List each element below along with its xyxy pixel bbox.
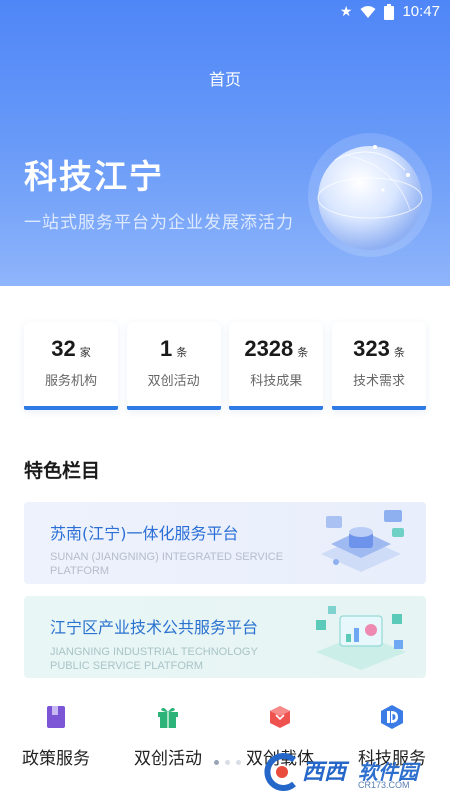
page-indicator xyxy=(214,760,241,765)
stat-card-achievements[interactable]: 2328 条 科技成果 xyxy=(229,322,324,410)
stat-unit: 家 xyxy=(79,346,91,359)
stat-unit: 条 xyxy=(393,346,405,359)
nav-item-policy[interactable]: 政策服务 xyxy=(0,704,112,769)
stat-card-institutions[interactable]: 32 家 服务机构 xyxy=(24,322,118,410)
watermark-c-icon xyxy=(264,753,296,791)
stat-card-demands[interactable]: 323 条 技术需求 xyxy=(331,322,426,410)
wifi-icon xyxy=(360,6,376,18)
stat-value: 2328 xyxy=(244,336,294,361)
gift-icon xyxy=(158,707,178,728)
policy-book-icon xyxy=(47,706,65,728)
stat-value: 1 xyxy=(160,336,173,361)
nav-item-activities[interactable]: 双创活动 xyxy=(112,704,224,769)
banner-title: 江宁区产业技术公共服务平台 xyxy=(50,618,259,637)
status-bar: ★ 10:47 xyxy=(0,0,450,26)
cube-icon xyxy=(270,706,290,728)
nav-label: 政策服务 xyxy=(22,749,90,769)
banner-jiangning-platform[interactable]: 江宁区产业技术公共服务平台 JIANGNING INDUSTRIAL TECHN… xyxy=(24,596,426,678)
banner-subtitle: JIANGNING INDUSTRIAL TECHNOLOGY PUBLIC S… xyxy=(50,646,258,672)
banner-sunan-platform[interactable]: 苏南(江宁)一体化服务平台 SUNAN (JIANGNING) INTEGRAT… xyxy=(24,502,426,584)
stat-label: 服务机构 xyxy=(44,374,97,389)
dashboard-illustration xyxy=(316,606,406,670)
watermark-url: CR173.COM xyxy=(358,780,410,790)
section-title: 特色栏目 xyxy=(24,460,101,482)
stat-value: 323 xyxy=(353,336,390,361)
page-dot xyxy=(214,760,219,765)
server-illustration xyxy=(321,510,404,572)
page-dot xyxy=(236,760,241,765)
hero-subtitle: 一站式服务平台为企业发展添活力 xyxy=(24,213,294,233)
stat-unit: 条 xyxy=(176,346,188,359)
stat-value: 32 xyxy=(51,336,76,361)
hero-banner: ★ 10:47 首页 科技江宁 一站式服务平台为企业发展添活力 xyxy=(0,0,450,286)
status-time: 10:47 xyxy=(402,3,440,20)
stat-label: 科技成果 xyxy=(250,374,303,389)
status-icons: ★ 10:47 xyxy=(340,3,440,21)
tech-service-icon xyxy=(381,705,403,729)
watermark-brand: 西西 xyxy=(302,760,347,785)
globe-illustration xyxy=(308,133,432,257)
banner-title: 苏南(江宁)一体化服务平台 xyxy=(50,524,239,543)
stat-label: 技术需求 xyxy=(352,374,405,389)
stat-label: 双创活动 xyxy=(147,374,200,389)
page-title: 首页 xyxy=(208,70,241,89)
battery-icon xyxy=(384,4,395,20)
page-dot xyxy=(225,760,230,765)
stat-unit: 条 xyxy=(297,346,309,359)
hero-title: 科技江宁 xyxy=(24,157,164,196)
star-icon: ★ xyxy=(339,4,353,20)
watermark-logo: 西西 软件园 CR173.COM xyxy=(262,752,442,792)
stats-row: 32 家 服务机构 1条 双创活动 2328 条 科技成果 323 条 技术需求 xyxy=(24,322,426,412)
stat-card-activities[interactable]: 1条 双创活动 xyxy=(126,322,221,410)
nav-label: 双创活动 xyxy=(134,749,202,769)
banner-subtitle: SUNAN (JIANGNING) INTEGRATED SERVICE PLA… xyxy=(50,551,284,577)
